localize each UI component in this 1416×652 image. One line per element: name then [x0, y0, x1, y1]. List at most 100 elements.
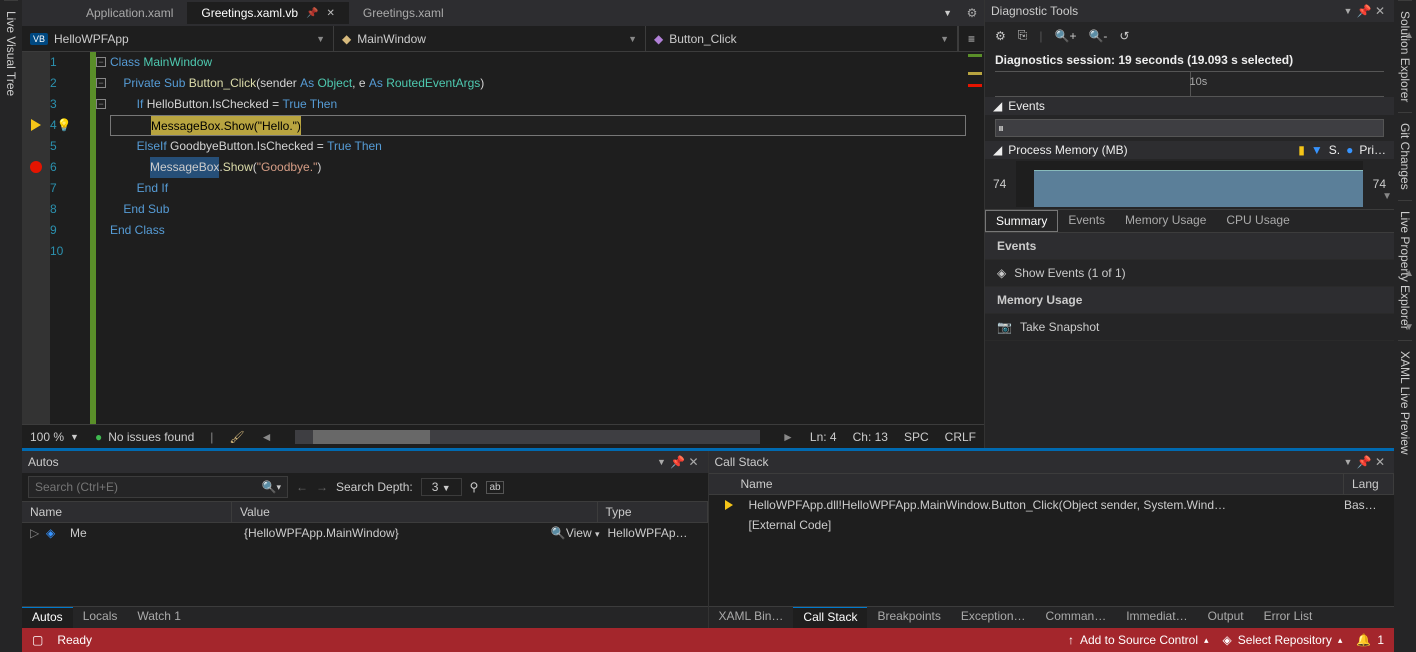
doc-tab-greetings-xaml-vb[interactable]: Greetings.xaml.vb 📌 ✕: [187, 2, 349, 24]
search-depth-selector[interactable]: 3 ▼: [421, 478, 462, 496]
tool-window-tab[interactable]: Autos: [22, 607, 73, 628]
code-text-area[interactable]: Class MainWindow Private Sub Button_Clic…: [110, 52, 966, 424]
pin-icon[interactable]: 📌: [1356, 4, 1372, 18]
clean-button-icon[interactable]: 🖌: [229, 430, 244, 444]
settings-gear-icon[interactable]: ⚙: [995, 29, 1006, 43]
tab-overflow-dropdown[interactable]: ▼: [943, 8, 952, 18]
issues-status[interactable]: ●No issues found: [95, 430, 194, 444]
close-icon[interactable]: ✕: [327, 8, 335, 19]
col-name[interactable]: Name: [733, 474, 1345, 494]
autos-search-box[interactable]: 🔍▾: [28, 476, 288, 498]
code-line[interactable]: MessageBox.Show("Hello."): [110, 115, 966, 136]
filter-icon[interactable]: ⚲: [470, 480, 479, 494]
col-type[interactable]: Type: [598, 502, 708, 522]
nav-scope-project[interactable]: VB HelloWPFApp ▼: [22, 26, 334, 51]
add-to-source-control-button[interactable]: ↑ Add to Source Control ▴: [1068, 633, 1209, 647]
tool-window-tab[interactable]: Watch 1: [127, 607, 191, 628]
expand-icon[interactable]: ▷: [30, 526, 46, 540]
lightbulb-icon[interactable]: 💡: [57, 115, 72, 136]
breakpoint-icon[interactable]: [30, 161, 42, 173]
zoom-level[interactable]: 100 % ▼: [30, 430, 79, 444]
col-name[interactable]: Name: [22, 502, 232, 522]
fold-toggle-icon[interactable]: −: [96, 99, 106, 109]
toggle-raw-view-icon[interactable]: ab: [486, 481, 503, 494]
split-editor-button[interactable]: ≡: [958, 26, 984, 51]
col-value[interactable]: Value: [232, 502, 598, 522]
search-icon[interactable]: 🔍: [262, 480, 277, 494]
code-line[interactable]: ElseIf GoodbyeButton.IsChecked = True Th…: [110, 136, 966, 157]
tool-window-tab[interactable]: Output: [1198, 607, 1254, 628]
diagnostic-tab[interactable]: Events: [1058, 210, 1115, 232]
line-ending[interactable]: CRLF: [945, 430, 976, 444]
events-track[interactable]: ⏸: [995, 119, 1384, 137]
right-rail-tab[interactable]: XAML Live Preview: [1398, 340, 1412, 465]
autos-row-me[interactable]: ▷ ◈ Me {HelloWPFApp.MainWindow} 🔍View ▾ …: [22, 523, 708, 543]
indent-mode[interactable]: SPC: [904, 430, 929, 444]
code-line[interactable]: If HelloButton.IsChecked = True Then: [110, 94, 966, 115]
events-section-header[interactable]: ◢ Events: [985, 97, 1394, 115]
outlining-gutter[interactable]: − − −: [96, 52, 110, 424]
close-icon[interactable]: ✕: [686, 455, 702, 469]
code-line[interactable]: MessageBox.Show("Goodbye."): [110, 157, 966, 178]
autos-search-input[interactable]: [35, 480, 262, 494]
memory-section-header[interactable]: ◢ Process Memory (MB) ▮ ▼S. ●Pri…: [985, 141, 1394, 159]
code-line[interactable]: Private Sub Button_Click(sender As Objec…: [110, 73, 966, 94]
horizontal-scrollbar[interactable]: [295, 430, 761, 444]
tool-window-tab[interactable]: Immediat…: [1116, 607, 1197, 628]
diagnostic-tab[interactable]: CPU Usage: [1216, 210, 1299, 232]
scroll-up-icon[interactable]: ▲: [1404, 268, 1414, 279]
window-position-dropdown[interactable]: ▼: [654, 457, 670, 467]
code-line[interactable]: Class MainWindow: [110, 52, 966, 73]
window-position-dropdown[interactable]: ▼: [1340, 457, 1356, 467]
tool-window-tab[interactable]: Comman…: [1036, 607, 1117, 628]
nav-scope-member[interactable]: ◆ Button_Click ▼: [646, 26, 958, 51]
close-icon[interactable]: ✕: [1372, 455, 1388, 469]
zoom-out-icon[interactable]: 🔍-: [1088, 29, 1107, 43]
call-stack-frame[interactable]: [External Code]: [709, 515, 1395, 535]
scroll-down-icon[interactable]: ▼: [1404, 322, 1414, 333]
code-editor[interactable]: 1234 💡5678910 −−− Class MainWindow Priva…: [22, 52, 984, 424]
call-stack-frame[interactable]: HelloWPFApp.dll!HelloWPFApp.MainWindow.B…: [709, 495, 1395, 515]
search-next-icon[interactable]: →: [316, 480, 328, 494]
breakpoint-gutter[interactable]: [22, 52, 50, 424]
notifications-bell-icon[interactable]: 🔔1: [1356, 633, 1384, 647]
tool-window-tab[interactable]: Call Stack: [793, 607, 867, 628]
select-tools-icon[interactable]: ⎘: [1018, 28, 1028, 43]
doc-tab-application-xaml[interactable]: Application.xaml: [72, 2, 187, 24]
reset-view-icon[interactable]: ↺: [1119, 29, 1129, 43]
tool-window-tab[interactable]: Locals: [73, 607, 128, 628]
tool-window-tab[interactable]: XAML Bin…: [709, 607, 794, 628]
scroll-up-icon[interactable]: ▲: [1404, 30, 1414, 41]
time-ruler[interactable]: 10s: [995, 71, 1384, 97]
live-visual-tree-tab[interactable]: Live Visual Tree: [4, 0, 18, 106]
overview-ruler[interactable]: [966, 52, 984, 424]
col-lang[interactable]: Lang: [1344, 474, 1394, 494]
right-rail-tab[interactable]: Git Changes: [1398, 112, 1412, 200]
diagnostic-tab[interactable]: Summary: [985, 210, 1058, 232]
code-line[interactable]: End Sub: [110, 199, 966, 220]
pin-icon[interactable]: 📌: [1356, 455, 1372, 469]
fold-toggle-icon[interactable]: −: [96, 78, 106, 88]
fold-toggle-icon[interactable]: −: [96, 57, 106, 67]
tool-window-tab[interactable]: Error List: [1254, 607, 1323, 628]
tool-window-tab[interactable]: Exception…: [951, 607, 1036, 628]
select-repository-button[interactable]: ◈ Select Repository ▴: [1223, 633, 1343, 647]
code-line[interactable]: [110, 241, 966, 262]
nav-scope-class[interactable]: ◆ MainWindow ▼: [334, 26, 646, 51]
tool-window-tab[interactable]: Breakpoints: [867, 607, 950, 628]
zoom-in-icon[interactable]: 🔍+: [1055, 29, 1077, 43]
doc-tab-greetings-xaml[interactable]: Greetings.xaml: [349, 2, 458, 24]
window-position-dropdown[interactable]: ▼: [1340, 6, 1356, 16]
memory-graph[interactable]: [1016, 161, 1362, 207]
take-snapshot-button[interactable]: 📷Take Snapshot▼: [985, 314, 1394, 341]
code-line[interactable]: End If: [110, 178, 966, 199]
right-rail-tab[interactable]: Solution Explorer: [1398, 0, 1412, 112]
search-prev-icon[interactable]: ←: [296, 480, 308, 494]
show-events-link[interactable]: ◈Show Events (1 of 1)▲: [985, 260, 1394, 287]
pin-icon[interactable]: 📌: [670, 455, 686, 469]
pin-icon[interactable]: 📌: [306, 8, 318, 19]
settings-gear-icon[interactable]: ⚙: [960, 6, 984, 20]
code-line[interactable]: End Class: [110, 220, 966, 241]
view-visualizer-button[interactable]: 🔍View ▾: [551, 526, 600, 540]
close-icon[interactable]: ✕: [1372, 4, 1388, 18]
